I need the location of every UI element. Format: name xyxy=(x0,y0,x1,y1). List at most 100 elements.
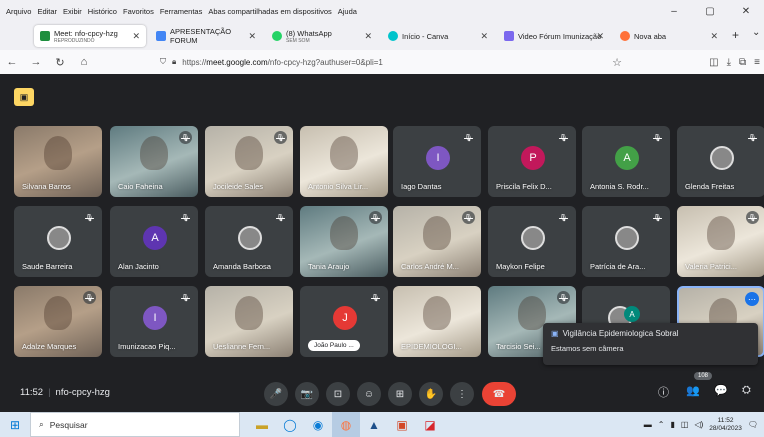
tab-video-forum[interactable]: Video Fórum Imunização ✕ xyxy=(498,25,610,47)
participant-tile[interactable]: 🎙︎ Jocileide Sales xyxy=(205,126,293,197)
menu-ferramentas[interactable]: Ferramentas xyxy=(160,7,203,16)
chat-icon[interactable]: 💬 xyxy=(714,384,728,397)
emoji-button[interactable]: ☺ xyxy=(357,382,381,406)
maximize-button[interactable]: ▢ xyxy=(692,0,728,22)
network-icon[interactable]: ◫ xyxy=(681,420,689,429)
pocket-icon[interactable]: ◫ xyxy=(709,57,718,68)
menu-ajuda[interactable]: Ajuda xyxy=(338,7,357,16)
show-hidden-icons-icon[interactable]: ⌃ xyxy=(658,420,665,429)
menu-historico[interactable]: Histórico xyxy=(88,7,117,16)
window-controls: – ▢ ✕ xyxy=(656,0,764,22)
notifications-icon[interactable]: 🗨 xyxy=(748,420,758,429)
tab-nova-aba[interactable]: Nova aba ✕ xyxy=(614,25,724,47)
participant-name: Iago Dantas xyxy=(401,182,442,191)
participant-tile[interactable]: Silvana Barros xyxy=(14,126,102,197)
system-tray: ▬ ⌃ ▮ ◫ ◁) 11:52 28/04/2023 🗨 xyxy=(644,412,758,437)
tab-canva[interactable]: Início - Canva ✕ xyxy=(382,25,494,47)
tab-apresentacao[interactable]: APRESENTAÇÃO FORUM ✕ xyxy=(150,25,262,47)
powerpoint-icon[interactable]: ▣ xyxy=(388,412,416,437)
close-tab-icon[interactable]: ✕ xyxy=(248,31,256,42)
shield-icon: ⛉ xyxy=(160,57,166,66)
tab-whatsapp[interactable]: (8) WhatsApp SEM SOM ✕ xyxy=(266,25,378,47)
battery-icon[interactable]: ▮ xyxy=(671,420,675,429)
tab-whatsapp-text: (8) WhatsApp SEM SOM xyxy=(286,29,332,44)
activities-icon[interactable]: ⛭ xyxy=(742,384,751,397)
participant-tile[interactable]: P 🎙︎ Priscila Felix D... xyxy=(488,126,576,197)
mic-off-icon: 🎙︎ xyxy=(85,214,94,222)
participant-tile[interactable]: A 🎙︎ Alan Jacinto xyxy=(110,206,198,277)
edge-icon[interactable]: ◉ xyxy=(304,412,332,437)
clock-time: 11:52 xyxy=(717,416,734,424)
forward-button[interactable]: → xyxy=(24,56,48,68)
taskbar-search[interactable]: ⌕ Pesquisar xyxy=(30,412,240,437)
menu-exibir[interactable]: Exibir xyxy=(63,7,82,16)
people-icon[interactable]: 👥 xyxy=(686,384,700,397)
side-panel-button[interactable]: ▣ xyxy=(14,88,34,106)
minimize-button[interactable]: – xyxy=(656,0,692,22)
menu-favoritos[interactable]: Favoritos xyxy=(123,7,154,16)
firefox-icon[interactable]: ◍ xyxy=(332,412,360,437)
reload-button[interactable]: ↻ xyxy=(48,56,72,69)
participant-tile[interactable]: 🎙︎ Amanda Barbosa xyxy=(205,206,293,277)
participant-tile[interactable]: J 🎙︎ João Paulo ... xyxy=(300,286,388,357)
participant-photo-avatar xyxy=(521,226,545,250)
list-tabs-button[interactable]: ⌄ xyxy=(752,27,760,38)
menu-editar[interactable]: Editar xyxy=(37,7,57,16)
mic-button[interactable]: 🎤 xyxy=(264,382,288,406)
pdf-reader-icon[interactable]: ◪ xyxy=(416,412,444,437)
menu-icon[interactable]: ≡ xyxy=(754,57,760,68)
present-button[interactable]: ⊞ xyxy=(388,382,412,406)
new-tab-button[interactable]: + xyxy=(732,28,739,42)
bookmark-star-icon[interactable]: ☆ xyxy=(612,56,622,69)
tab-meet[interactable]: Meet: nfo-cpcy-hzg REPRODUZINDO ✕ xyxy=(34,25,146,47)
menu-arquivo[interactable]: Arquivo xyxy=(6,7,31,16)
info-icon[interactable]: ⓘ xyxy=(658,384,669,400)
windows-taskbar: ⊞ ⌕ Pesquisar ▬ ◯ ◉ ◍ ▲ ▣ ◪ ▬ ⌃ ▮ ◫ ◁) 1… xyxy=(0,412,764,437)
participant-tile[interactable]: 🎙︎ Maykon Felipe xyxy=(488,206,576,277)
participant-tile[interactable]: Antonio Silva Lir... xyxy=(300,126,388,197)
raise-hand-button[interactable]: ✋ xyxy=(419,382,443,406)
participant-tile[interactable]: 🎙︎ Saude Barreira xyxy=(14,206,102,277)
downloads-icon[interactable]: ⤓ xyxy=(727,57,731,68)
home-button[interactable]: ⌂ xyxy=(72,56,96,68)
file-explorer-icon[interactable]: ▬ xyxy=(248,412,276,437)
mic-off-icon: 🎙︎ xyxy=(181,214,190,222)
back-button[interactable]: ← xyxy=(0,56,24,68)
participant-tile[interactable]: A 🎙︎ Antonia S. Rodr... xyxy=(582,126,670,197)
participant-tile[interactable]: I 🎙︎ Imunizacao Piq... xyxy=(110,286,198,357)
participant-tile[interactable]: I 🎙︎ Iago Dantas xyxy=(393,126,481,197)
end-call-button[interactable]: ☎ xyxy=(482,382,516,406)
close-tab-icon[interactable]: ✕ xyxy=(596,31,604,42)
participant-tile[interactable]: 🎙︎ Patrícia de Ara... xyxy=(582,206,670,277)
close-tab-icon[interactable]: ✕ xyxy=(480,31,488,42)
close-tab-icon[interactable]: ✕ xyxy=(364,31,372,42)
captions-button[interactable]: ⊡ xyxy=(326,382,350,406)
participant-tile[interactable]: EPIDEMIOLOGI... xyxy=(393,286,481,357)
participant-tile[interactable]: 🎙︎ Adalze Marques xyxy=(14,286,102,357)
participant-video xyxy=(44,136,72,170)
mic-off-icon: 🎙︎ xyxy=(559,214,568,222)
participant-tile[interactable]: 🎙︎ Valeria Patrici... xyxy=(677,206,764,277)
more-options-button[interactable]: ⋮ xyxy=(450,382,474,406)
taskbar-clock[interactable]: 11:52 28/04/2023 xyxy=(709,417,742,433)
volume-icon[interactable]: ◁) xyxy=(694,420,703,429)
extensions-icon[interactable]: ⧉ xyxy=(739,57,746,68)
participant-tile[interactable]: 🎙︎ Carlos André M... xyxy=(393,206,481,277)
participant-photo-avatar xyxy=(238,226,262,250)
participant-tile[interactable]: 🎙︎ Caio Faheina xyxy=(110,126,198,197)
participant-video xyxy=(44,296,72,330)
camera-button[interactable]: 📷 xyxy=(295,382,319,406)
participant-tile[interactable]: Ueslianne Fern... xyxy=(205,286,293,357)
url-bar[interactable]: ⛉ 🔒︎ https://meet.google.com/nfo-cpcy-hz… xyxy=(160,53,630,71)
start-button[interactable]: ⊞ xyxy=(0,418,30,432)
photos-icon[interactable]: ▲ xyxy=(360,412,388,437)
cortana-icon[interactable]: ◯ xyxy=(276,412,304,437)
close-tab-icon[interactable]: ✕ xyxy=(132,31,140,42)
more-options-icon[interactable]: ⋯ xyxy=(745,292,759,306)
close-tab-icon[interactable]: ✕ xyxy=(710,31,718,42)
close-window-button[interactable]: ✕ xyxy=(728,0,764,22)
menu-abas-compartilhadas[interactable]: Abas compartilhadas em dispositivos xyxy=(208,7,331,16)
participant-tile[interactable]: 🎙︎ Tania Araujo xyxy=(300,206,388,277)
tray-app-icon[interactable]: ▬ xyxy=(644,420,652,429)
participant-tile[interactable]: 🎙︎ Glenda Freitas xyxy=(677,126,764,197)
